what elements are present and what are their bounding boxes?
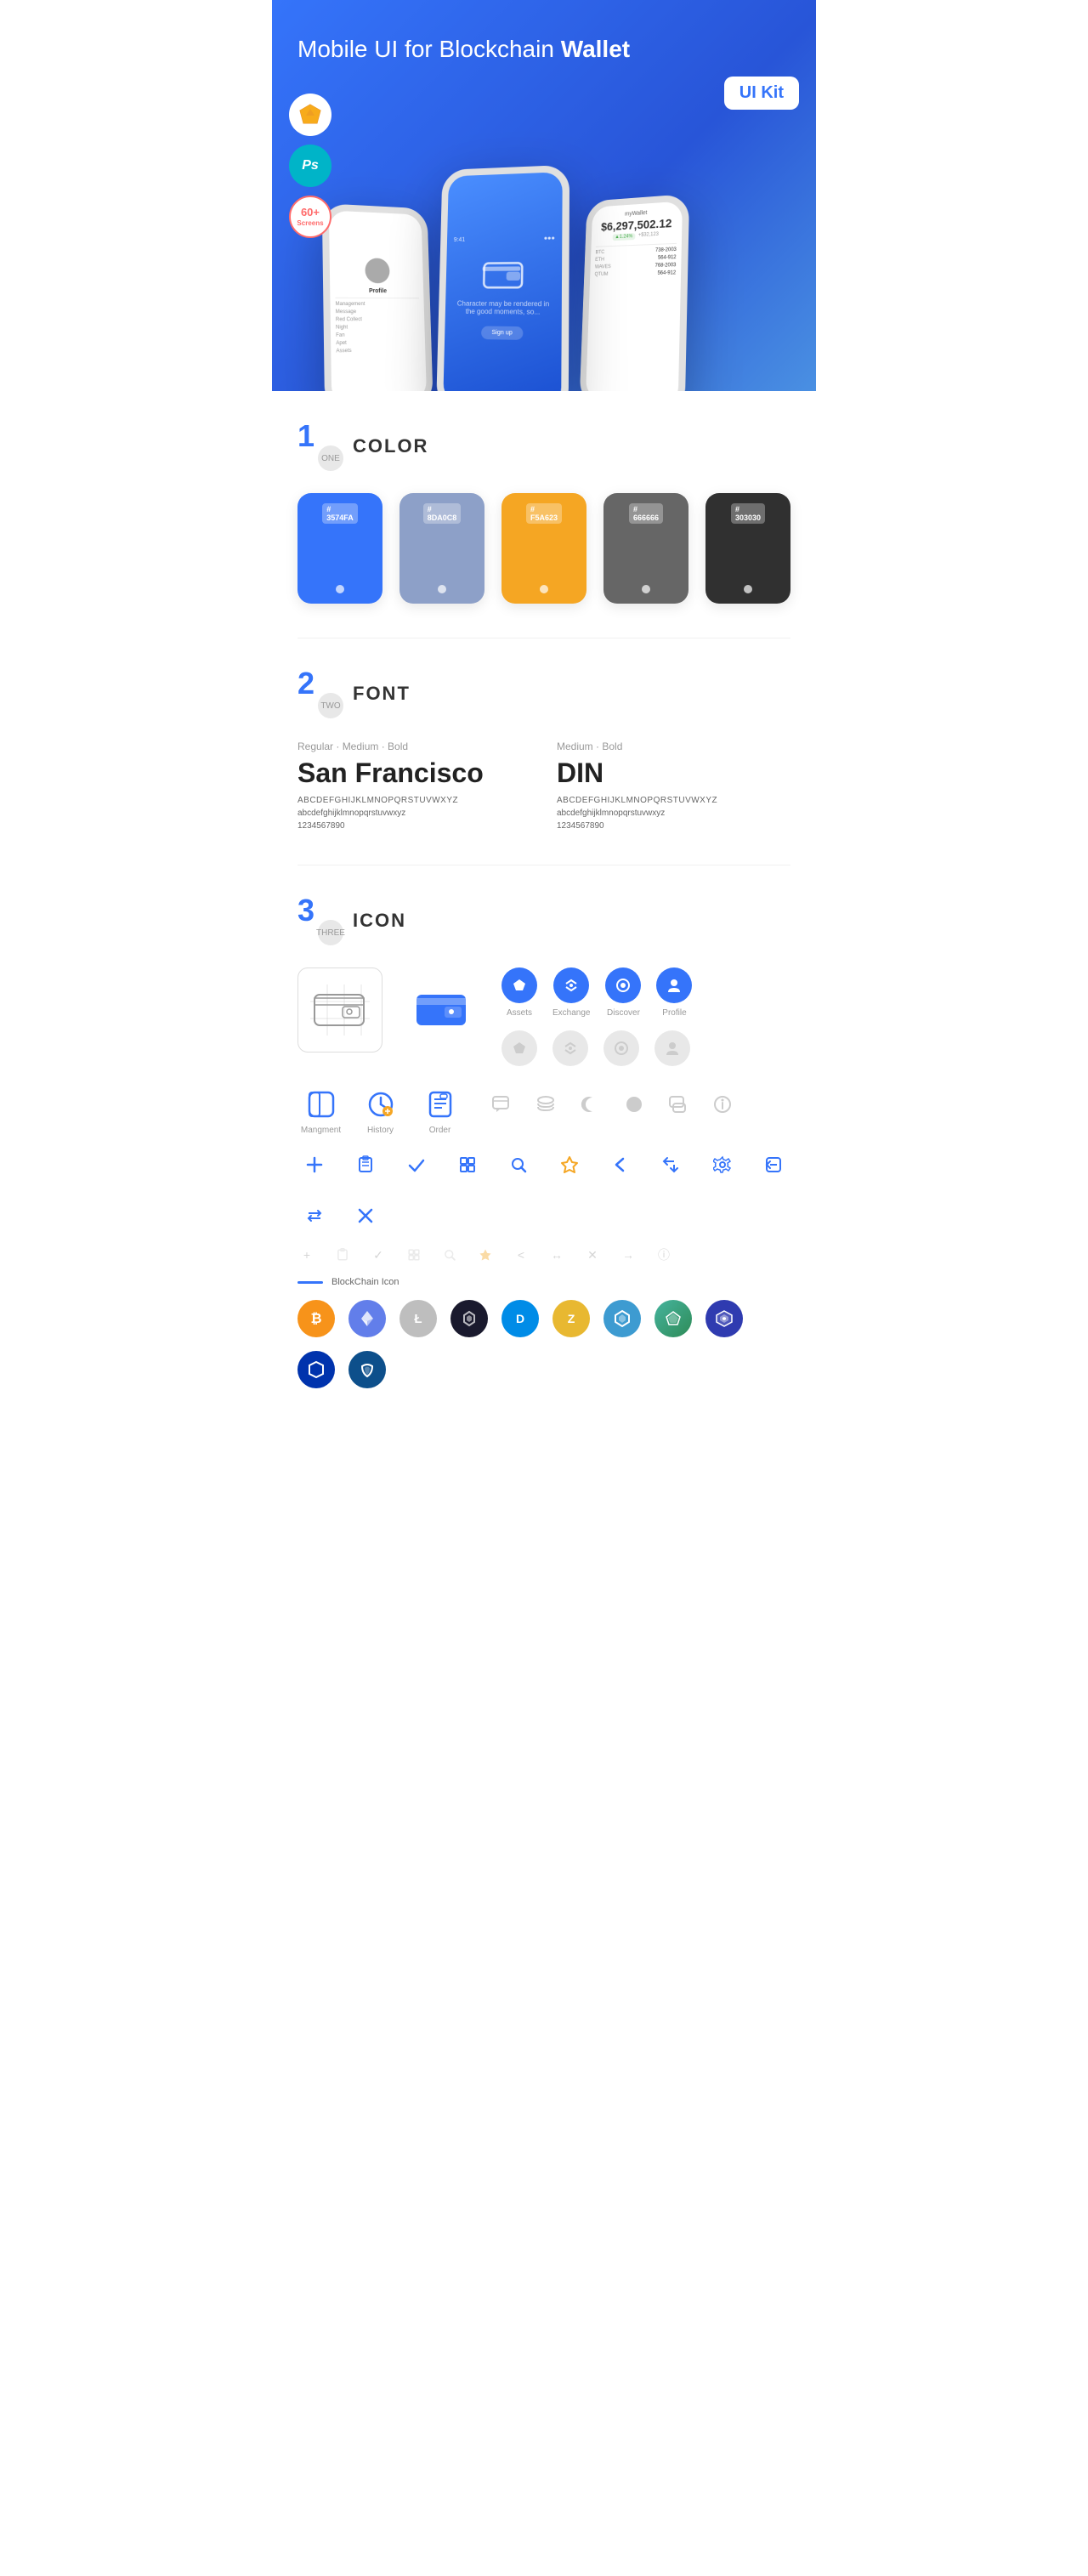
- icon-section-header: 3 THREE ICON: [298, 899, 790, 942]
- swatch-dark: #303030: [706, 493, 790, 604]
- svg-text:Ł: Ł: [414, 1312, 422, 1326]
- photoshop-badge: Ps: [289, 145, 332, 187]
- signup-btn: Sign up: [481, 326, 523, 339]
- icon-clipboard-inactive: [333, 1245, 352, 1264]
- icon-close: [348, 1199, 382, 1233]
- nav-profile: Profile: [656, 967, 692, 1018]
- icon-plus-inactive: +: [298, 1245, 316, 1264]
- crypto-litecoin: Ł: [400, 1300, 437, 1337]
- font-san-francisco: Regular · Medium · Bold San Francisco AB…: [298, 740, 531, 831]
- icon-grid: [450, 1148, 484, 1182]
- phone-center: 9:41 ●●● Character may be rendered in th…: [436, 165, 570, 391]
- tool-badges: Ps 60+ Screens: [289, 94, 332, 238]
- section-number-1: 1 ONE: [298, 425, 340, 468]
- nav-icons-active-row: Assets Exchange: [502, 967, 692, 1018]
- crypto-icons-row: ₿ Ł D: [298, 1300, 790, 1388]
- swatch-blue: #3574FA: [298, 493, 382, 604]
- tool-icons-inactive: + ✓ < ↔: [298, 1245, 790, 1264]
- hero-title: Mobile UI for Blockchain Wallet: [298, 34, 790, 65]
- crypto-cartesi: [706, 1300, 743, 1337]
- color-swatches: #3574FA #8DA0C8 #F5A623 #666666 #303030: [298, 493, 790, 604]
- icon-layers: [529, 1087, 563, 1121]
- section-number-3: 3 THREE: [298, 899, 340, 942]
- phone-left: Profile Management Message Red Collect N…: [322, 203, 434, 391]
- icon-back: [604, 1148, 638, 1182]
- phone-right: myWallet $6,297,502.12 ▲1.24% +$32,123 B…: [579, 194, 689, 391]
- nav-discover: Discover: [605, 967, 641, 1018]
- section-number-2: 2 TWO: [298, 672, 340, 715]
- icon-message: [661, 1087, 695, 1121]
- svg-text:₿: ₿: [310, 1311, 321, 1326]
- swatch-gray: #666666: [604, 493, 688, 604]
- divider-bar: [298, 1281, 323, 1284]
- crypto-ethereum: [348, 1300, 386, 1337]
- icon-star: [552, 1148, 586, 1182]
- svg-text:Z: Z: [568, 1312, 575, 1325]
- nav-icons-inactive-row: [502, 1030, 692, 1066]
- icon-plus: [298, 1148, 332, 1182]
- icon-check: [400, 1148, 434, 1182]
- icon-check-inactive: ✓: [369, 1245, 388, 1264]
- icon-moon: [573, 1087, 607, 1121]
- icon-share: [654, 1148, 688, 1182]
- nav-exchange-inactive: [552, 1030, 588, 1066]
- nav-assets: Assets: [502, 967, 537, 1018]
- crypto-blackcoin: [450, 1300, 488, 1337]
- crypto-chainlink: [298, 1351, 335, 1388]
- blockchain-divider: BlockChain Icon: [298, 1277, 790, 1287]
- nav-assets-inactive: [502, 1030, 537, 1066]
- svg-text:D: D: [516, 1312, 524, 1325]
- icon-order: Order: [416, 1087, 463, 1135]
- icon-forward-inactive: →: [619, 1245, 638, 1264]
- crypto-dash: D: [502, 1300, 539, 1337]
- icon-arrows-inactive: ↔: [547, 1245, 566, 1264]
- icon-history: History: [357, 1087, 404, 1135]
- nav-exchange: Exchange: [552, 967, 590, 1018]
- icon-solid-wallet: [400, 967, 484, 1053]
- tool-icons-active: [298, 1148, 790, 1233]
- crypto-bitcoin: ₿: [298, 1300, 335, 1337]
- nav-icons-panel: Assets Exchange: [502, 967, 692, 1066]
- phone-mockups: Profile Management Message Red Collect N…: [323, 136, 816, 391]
- icon-showcase-row: Assets Exchange: [298, 967, 790, 1066]
- icon-section: 3 THREE ICON: [272, 865, 816, 1422]
- font-din: Medium · Bold DIN ABCDEFGHIJKLMNOPQRSTUV…: [557, 740, 790, 831]
- icon-management: Mangment: [298, 1087, 344, 1135]
- icon-settings: [706, 1148, 740, 1182]
- nav-discover-inactive: [604, 1030, 639, 1066]
- icon-search-inactive: [440, 1245, 459, 1264]
- crypto-ark: [654, 1300, 692, 1337]
- icon-download: [756, 1148, 790, 1182]
- swatch-gray-blue: #8DA0C8: [400, 493, 484, 604]
- icon-circle: [617, 1087, 651, 1121]
- crypto-polygon: [604, 1300, 641, 1337]
- icon-clipboard: [348, 1148, 382, 1182]
- icon-search: [502, 1148, 536, 1182]
- sketch-badge: [289, 94, 332, 136]
- font-section-header: 2 TWO FONT: [298, 672, 790, 715]
- crypto-zcash: Z: [552, 1300, 590, 1337]
- font-grid: Regular · Medium · Bold San Francisco AB…: [298, 740, 790, 831]
- icon-grid-inactive: [405, 1245, 423, 1264]
- app-icons-row: Mangment History: [298, 1087, 790, 1135]
- ui-kit-badge: UI Kit: [724, 77, 799, 110]
- hero-section: Mobile UI for Blockchain Wallet UI Kit P…: [272, 0, 816, 391]
- misc-icons-row: [484, 1087, 740, 1121]
- screens-count-badge: 60+ Screens: [289, 196, 332, 238]
- icon-back-inactive: <: [512, 1245, 530, 1264]
- color-section-header: 1 ONE COLOR: [298, 425, 790, 468]
- icon-info: [706, 1087, 740, 1121]
- icon-info-inactive: ⓘ: [654, 1245, 673, 1264]
- icon-swap: [298, 1199, 332, 1233]
- color-section: 1 ONE COLOR #3574FA #8DA0C8 #F5A623 #666…: [272, 391, 816, 638]
- icon-star-inactive: [476, 1245, 495, 1264]
- swatch-orange: #F5A623: [502, 493, 586, 604]
- icon-wireframe-wallet: [298, 967, 382, 1053]
- icon-chat: [484, 1087, 518, 1121]
- crypto-polymath: [348, 1351, 386, 1388]
- icon-x-inactive: ✕: [583, 1245, 602, 1264]
- nav-profile-inactive: [654, 1030, 690, 1066]
- font-section: 2 TWO FONT Regular · Medium · Bold San F…: [272, 638, 816, 865]
